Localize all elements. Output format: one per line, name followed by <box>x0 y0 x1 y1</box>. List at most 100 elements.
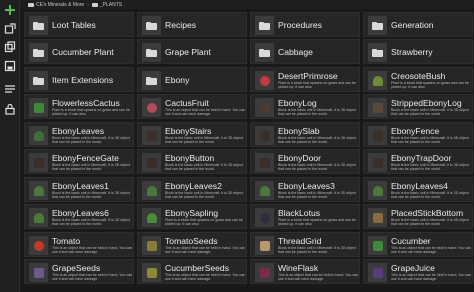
save-icon[interactable] <box>3 59 17 73</box>
list-icon[interactable] <box>3 82 17 96</box>
card-title: WineFlask <box>278 263 319 273</box>
mod-element-card[interactable]: EbonyLeaves3 Block is the basic unit in M… <box>250 177 360 202</box>
leaves-icon <box>142 181 161 200</box>
breadcrumb-label: CE's Minerals & More <box>36 1 85 8</box>
copy-icon[interactable] <box>3 40 17 54</box>
leaves-icon <box>29 208 48 227</box>
mod-element-card[interactable]: Tomato This is an object that can be held… <box>24 232 134 257</box>
folder-icon <box>142 43 161 62</box>
leaves-icon <box>368 181 387 200</box>
mod-element-card[interactable]: StrippedEbonyLog Block is the basic unit … <box>363 94 473 119</box>
folder-card[interactable]: Grape Plant <box>137 39 247 64</box>
card-title: Item Extensions <box>52 75 114 85</box>
folder-card[interactable]: Loot Tables <box>24 12 134 37</box>
card-description: Block is the basic unit in Minecraft. It… <box>391 191 469 200</box>
folder-icon <box>28 2 34 7</box>
breadcrumb-label: _PLANTS <box>99 1 123 8</box>
lotus-icon <box>255 208 274 227</box>
mod-element-card[interactable]: TomatoSeeds This is an object that can be… <box>137 232 247 257</box>
folder-card[interactable]: Ebony <box>137 67 247 92</box>
bush-icon <box>368 71 387 90</box>
mod-element-card[interactable]: EbonyLeaves1 Block is the basic unit in M… <box>24 177 134 202</box>
card-title: EbonySapling <box>165 208 219 218</box>
trapdoor-icon <box>368 153 387 172</box>
mod-element-card[interactable]: BlackLotus Plant is a block that spawns o… <box>250 204 360 229</box>
card-title: EbonyLeaves <box>52 126 105 136</box>
mod-element-card[interactable]: GrapeJuice This is an object that can be … <box>363 259 473 284</box>
mod-element-card[interactable]: CreosoteBush Plant is a block that spawns… <box>363 67 473 92</box>
card-title: Tomato <box>52 236 81 246</box>
mod-element-card[interactable]: Cucumber This is an object that can be he… <box>363 232 473 257</box>
mod-element-card[interactable]: FlowerlessCactus Plant is a block that sp… <box>24 94 134 119</box>
mod-element-card[interactable]: EbonyTrapDoor Block is the basic unit in … <box>363 149 473 174</box>
folder-card[interactable]: Procedures <box>250 12 360 37</box>
mod-element-card[interactable]: EbonyLeaves4 Block is the basic unit in M… <box>363 177 473 202</box>
mod-element-card[interactable]: ThreadGrid Block is the basic unit in Min… <box>250 232 360 257</box>
stairs-icon <box>142 126 161 145</box>
folder-card[interactable]: Generation <box>363 12 473 37</box>
card-title: EbonyLeaves3 <box>278 181 335 191</box>
card-title: EbonyDoor <box>278 153 321 163</box>
folder-card[interactable]: Strawberry <box>363 39 473 64</box>
lock-icon[interactable] <box>3 102 17 116</box>
mod-element-card[interactable]: EbonyButton Block is the basic unit in Mi… <box>137 149 247 174</box>
card-title: Procedures <box>278 20 322 30</box>
leaves-icon <box>29 126 48 145</box>
mod-element-card[interactable]: GrapeSeeds This is an object that can be … <box>24 259 134 284</box>
card-description: Block is the basic unit in Minecraft. It… <box>278 163 356 172</box>
folder-card[interactable]: Cabbage <box>250 39 360 64</box>
folder-icon <box>368 16 387 35</box>
grid-icon <box>255 236 274 255</box>
mod-element-card[interactable]: EbonyFence Block is the basic unit in Min… <box>363 122 473 147</box>
card-title: EbonyStairs <box>165 126 212 136</box>
mod-element-card[interactable]: EbonyDoor Block is the basic unit in Mine… <box>250 149 360 174</box>
mod-element-card[interactable]: CactusFruit This is an object that can be… <box>137 94 247 119</box>
mod-element-card[interactable]: EbonyFenceGate Block is the basic unit in… <box>24 149 134 174</box>
mod-element-card[interactable]: EbonyLeaves6 Block is the basic unit in M… <box>24 204 134 229</box>
folder-card[interactable]: Cucumber Plant <box>24 39 134 64</box>
log-icon <box>255 98 274 117</box>
door-icon <box>255 153 274 172</box>
folder-card[interactable]: Recipes <box>137 12 247 37</box>
cactus-icon <box>29 98 48 117</box>
card-title: TomatoSeeds <box>165 236 218 246</box>
bottle-icon <box>368 263 387 282</box>
mod-element-card[interactable]: DesertPrimrose Plant is a block that spaw… <box>250 67 360 92</box>
mod-element-card[interactable]: EbonySlab Block is the basic unit in Mine… <box>250 122 360 147</box>
mod-element-card[interactable]: EbonyStairs Block is the basic unit in Mi… <box>137 122 247 147</box>
mod-element-card[interactable]: CucumberSeeds This is an object that can … <box>137 259 247 284</box>
card-description: Plant is a block that spawns on grass an… <box>165 218 243 227</box>
flask-icon <box>255 263 274 282</box>
card-title: Grape Plant <box>165 47 211 57</box>
card-description: Block is the basic unit in Minecraft. It… <box>52 191 130 200</box>
card-description: Block is the basic unit in Minecraft. It… <box>278 246 356 255</box>
card-description: Block is the basic unit in Minecraft. It… <box>278 136 356 145</box>
toolbar <box>0 0 20 292</box>
seeds-icon <box>29 263 48 282</box>
mod-element-card[interactable]: EbonyLog Block is the basic unit in Minec… <box>250 94 360 119</box>
leaves-icon <box>29 181 48 200</box>
mod-element-card[interactable]: EbonyLeaves Block is the basic unit in Mi… <box>24 122 134 147</box>
card-description: Block is the basic unit in Minecraft. It… <box>165 191 243 200</box>
card-description: This is an object that can be held in ha… <box>52 246 133 255</box>
card-description: This is an object that can be held in ha… <box>391 273 472 282</box>
breadcrumb-item-plants[interactable]: _PLANTS <box>91 1 123 8</box>
card-title: PlacedStickBottom <box>391 208 464 218</box>
sapling-icon <box>142 208 161 227</box>
card-title: EbonyLeaves6 <box>52 208 109 218</box>
fence-gate-icon <box>29 153 48 172</box>
import-icon[interactable] <box>3 22 17 36</box>
card-title: EbonyFenceGate <box>52 153 119 163</box>
card-title: BlackLotus <box>278 208 321 218</box>
folder-card[interactable]: Item Extensions <box>24 67 134 92</box>
breadcrumb: CE's Minerals & More › _PLANTS <box>20 0 474 9</box>
add-icon[interactable] <box>3 3 17 17</box>
mod-element-card[interactable]: EbonySapling Plant is a block that spawns… <box>137 204 247 229</box>
mod-element-card[interactable]: EbonyLeaves2 Block is the basic unit in M… <box>137 177 247 202</box>
mod-element-card[interactable]: WineFlask This is an object that can be h… <box>250 259 360 284</box>
breadcrumb-item-workspace[interactable]: CE's Minerals & More <box>28 2 84 8</box>
folder-icon <box>29 71 48 90</box>
mod-element-card[interactable]: PlacedStickBottom Block is the basic unit… <box>363 204 473 229</box>
folder-icon <box>255 43 274 62</box>
breadcrumb-separator: › <box>87 1 89 8</box>
